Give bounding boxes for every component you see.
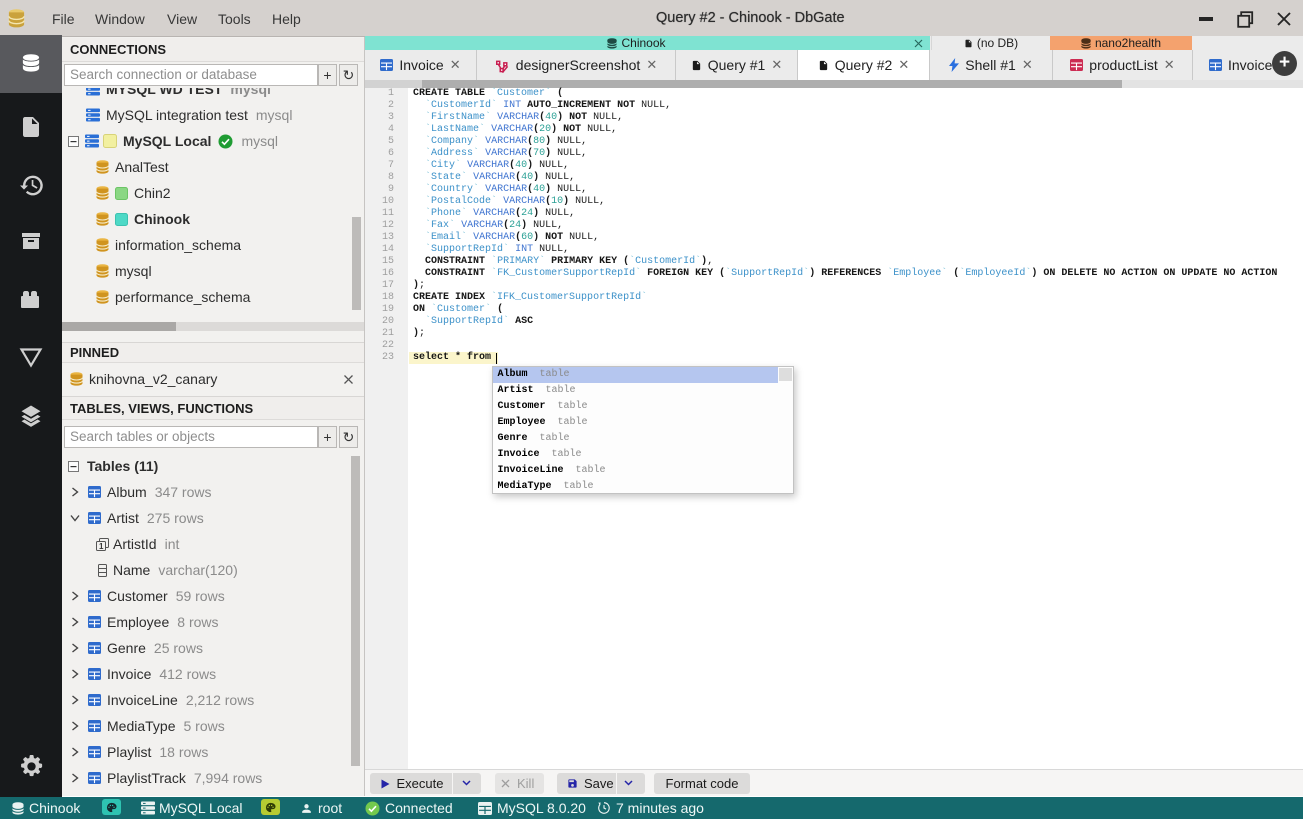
svg-text:1: 1 <box>99 542 104 551</box>
